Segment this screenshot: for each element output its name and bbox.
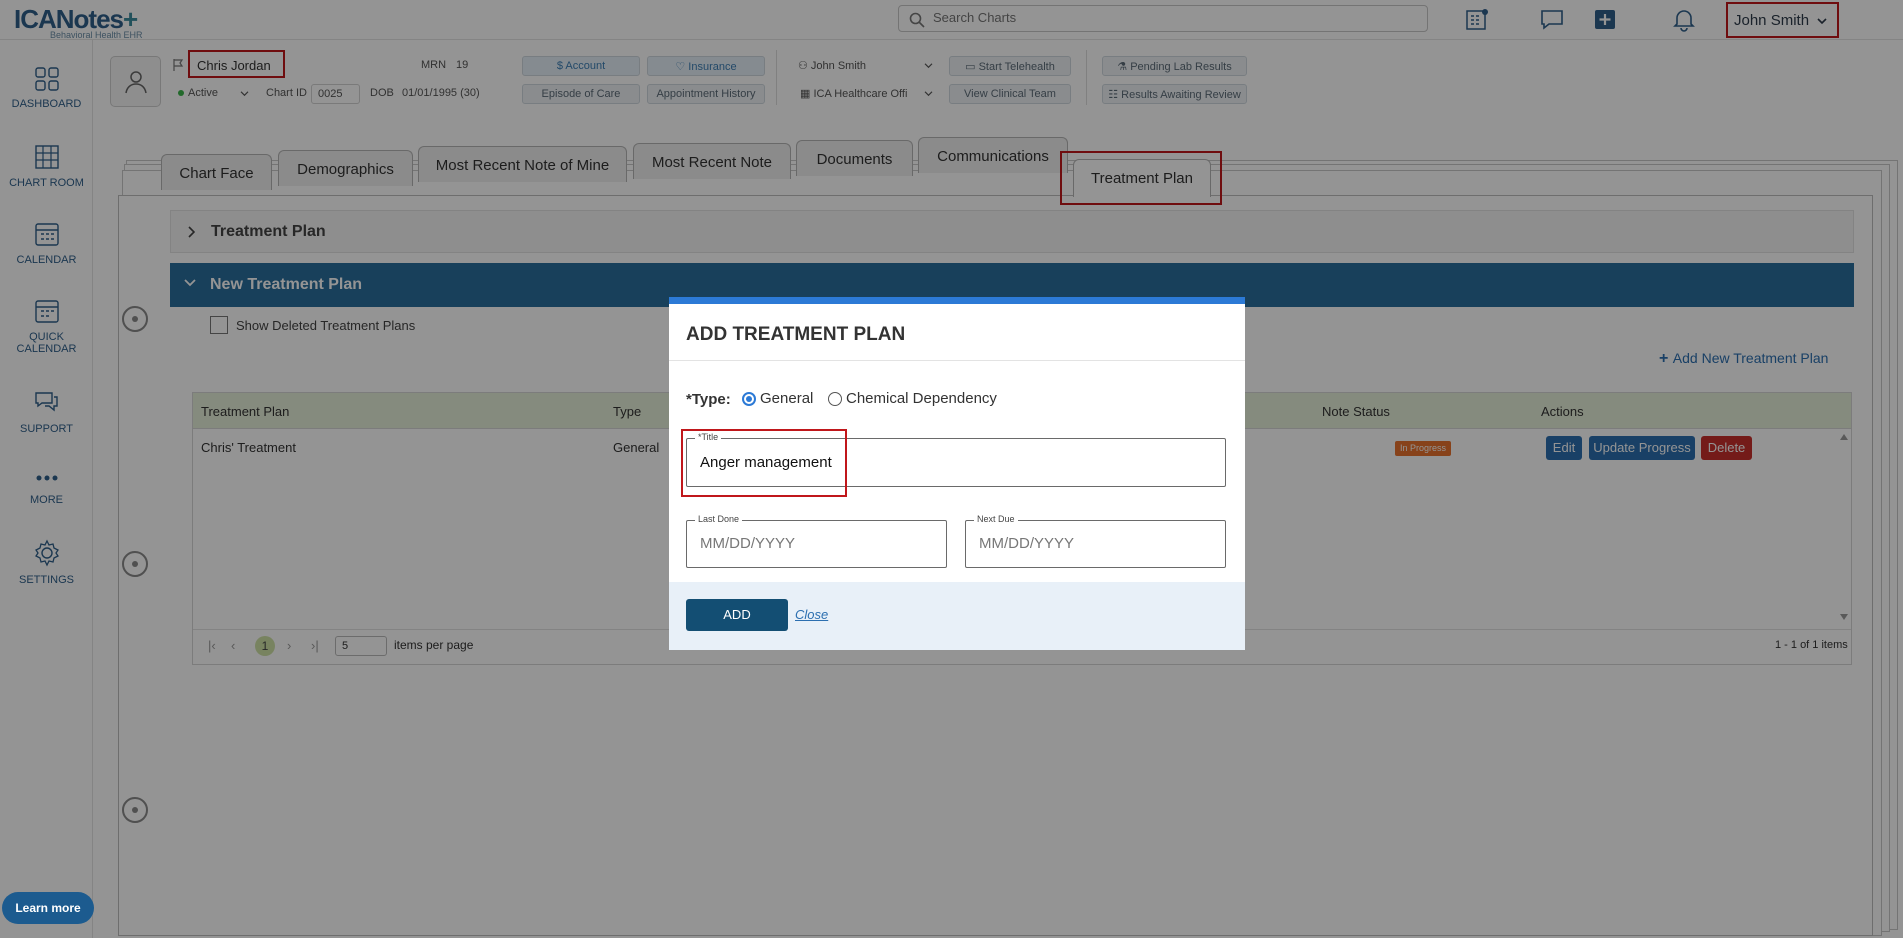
add-button[interactable]: ADD: [686, 599, 788, 631]
close-link[interactable]: Close: [795, 607, 828, 622]
next-due-label: Next Due: [974, 514, 1018, 524]
type-general-radio[interactable]: [742, 392, 756, 406]
last-done-input[interactable]: MM/DD/YYYY: [700, 535, 795, 552]
last-done-field[interactable]: Last Done MM/DD/YYYY: [686, 514, 947, 568]
type-general-label[interactable]: General: [760, 390, 813, 407]
learn-more-button[interactable]: Learn more: [2, 892, 94, 924]
dialog-footer: ADD Close: [669, 582, 1245, 650]
title-field-highlight: [681, 429, 847, 497]
last-done-label: Last Done: [695, 514, 743, 524]
type-label: *Type:: [686, 391, 731, 408]
add-treatment-plan-dialog: ADD TREATMENT PLAN *Type: General Chemic…: [669, 297, 1245, 650]
dialog-title: ADD TREATMENT PLAN: [686, 324, 906, 345]
divider: [669, 360, 1245, 361]
next-due-field[interactable]: Next Due MM/DD/YYYY: [965, 514, 1226, 568]
type-chemical-dependency-label[interactable]: Chemical Dependency: [846, 390, 997, 407]
next-due-input[interactable]: MM/DD/YYYY: [979, 535, 1074, 552]
type-chemical-dependency-radio[interactable]: [828, 392, 842, 406]
